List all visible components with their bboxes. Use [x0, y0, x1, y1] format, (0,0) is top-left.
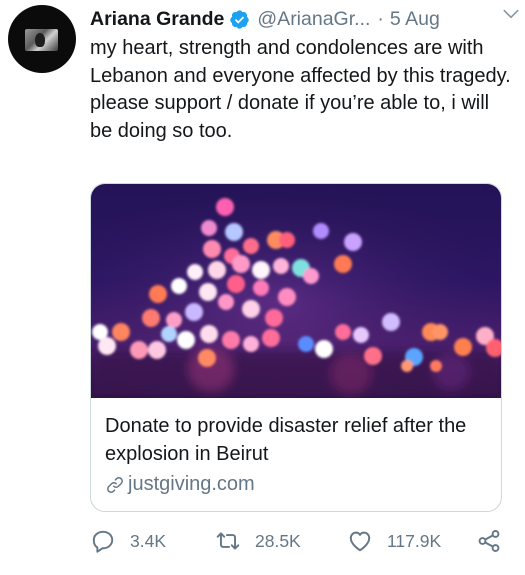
card-domain: justgiving.com [105, 473, 491, 496]
link-icon [107, 476, 123, 493]
link-preview-card[interactable]: Donate to provide disaster relief after … [90, 183, 502, 512]
author-handle[interactable]: @ArianaGr... [257, 8, 370, 31]
card-title: Donate to provide disaster relief after … [105, 415, 467, 465]
like-button[interactable]: 117.9K [347, 525, 441, 557]
like-icon [349, 531, 371, 552]
author-name[interactable]: Ariana Grande [90, 8, 224, 31]
share-icon [478, 530, 500, 552]
card-image [91, 184, 501, 398]
separator-dot: · [377, 7, 384, 30]
card-body: Donate to provide disaster relief after … [105, 412, 491, 496]
card-domain-text: justgiving.com [128, 473, 255, 495]
reply-button[interactable]: 3.4K [90, 525, 166, 557]
tweet-text-paragraph-1: my heart, strength and condolences are w… [90, 37, 511, 87]
retweet-icon [216, 532, 240, 550]
tweet-actions: 3.4K 28.5K 117.9K [90, 525, 505, 557]
tweet-text-paragraph-2: please support / donate if you’re able t… [90, 92, 495, 142]
verified-icon [230, 9, 250, 29]
reply-icon [92, 530, 114, 553]
avatar[interactable] [8, 5, 76, 73]
avatar-photo [25, 29, 58, 51]
share-button[interactable] [476, 525, 502, 557]
tweet-timestamp[interactable]: 5 Aug [390, 8, 440, 31]
chevron-down-icon[interactable] [501, 4, 521, 24]
tweet-header: Ariana Grande @ArianaGr... · 5 Aug [90, 4, 515, 34]
like-count: 117.9K [387, 530, 442, 551]
retweet-count: 28.5K [255, 530, 301, 551]
reply-count: 3.4K [130, 530, 166, 551]
retweet-button[interactable]: 28.5K [215, 525, 301, 557]
tweet-text: my heart, strength and condolences are w… [90, 35, 515, 145]
